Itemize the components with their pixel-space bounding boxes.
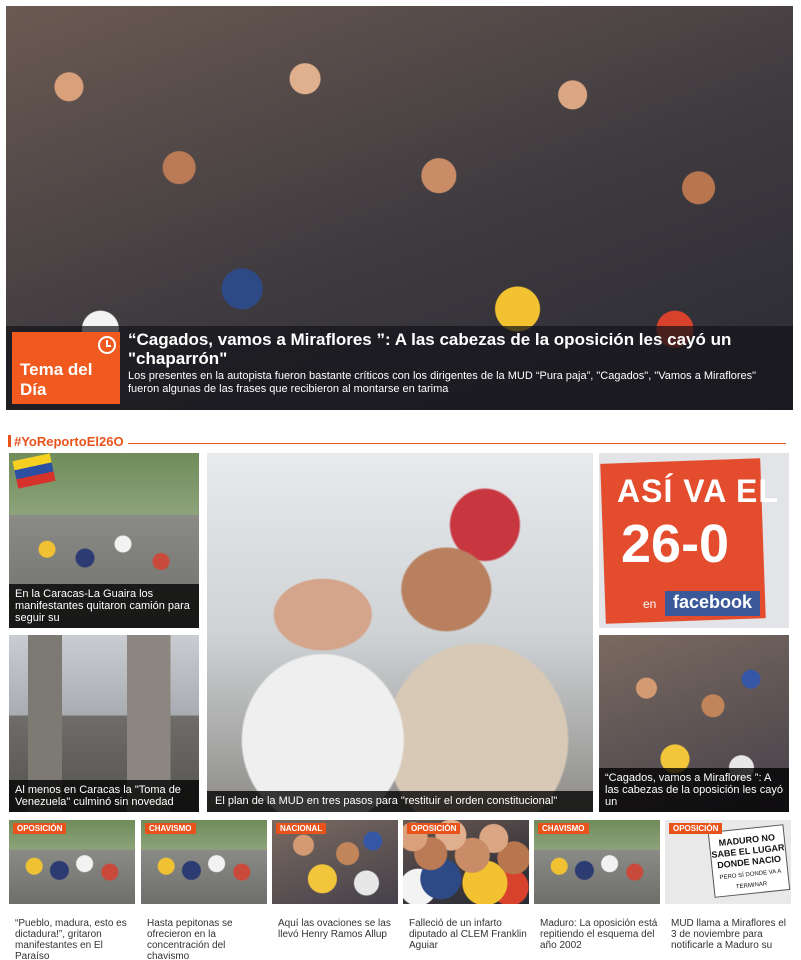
hero-headline[interactable]: “Cagados, vamos a Miraflores ”: A las ca… [128,330,778,368]
bottom-card-3[interactable]: NACIONAL Aquí las ovaciones se las llevó… [272,820,398,946]
bottom-card-title[interactable]: MUD llama a Miraflores el 3 de noviembre… [671,918,789,951]
sign-text: MADURO NO SABE EL LUGAR DONDE NACIO [710,832,785,871]
card-caption: Al menos en Caracas la "Toma de Venezuel… [9,780,199,812]
bottom-card-1[interactable]: OPOSICIÓN “Pueblo, madura, esto es dicta… [9,820,135,960]
bottom-card-title[interactable]: “Pueblo, madura, esto es dictadura!”, gr… [15,918,133,960]
bottom-card-title[interactable]: Hasta pepitonas se ofrecieron en la conc… [147,918,265,960]
category-badge[interactable]: OPOSICIÓN [13,823,67,834]
category-badge[interactable]: OPOSICIÓN [407,823,461,834]
bottom-card-5[interactable]: CHAVISMO Maduro: La oposición está repit… [534,820,660,951]
card-caption: “Cagados, vamos a Miraflores ”: A las ca… [599,768,789,812]
category-badge[interactable]: CHAVISMO [538,823,589,834]
section-title[interactable]: #YoReportoEl26O [8,434,124,449]
news-card-caracas-la-guaira[interactable]: En la Caracas-La Guaira los manifestante… [9,453,199,628]
flag-image [12,453,56,489]
category-badge[interactable]: OPOSICIÓN [669,823,723,834]
tema-del-dia-badge[interactable]: Tema del Día [12,332,120,404]
facebook-ad-banner[interactable]: ASÍ VA EL 26-0 en facebook [599,453,789,628]
category-badge[interactable]: NACIONAL [276,823,327,834]
ad-en: en [643,597,657,611]
bottom-card-title[interactable]: Maduro: La oposición está repitiendo el … [540,918,658,951]
clock-icon [98,336,116,354]
bottom-card-2[interactable]: CHAVISMO Hasta pepitonas se ofrecieron e… [141,820,267,960]
card-caption: El plan de la MUD en tres pasos para "re… [207,791,593,812]
bottom-card-title[interactable]: Aquí las ovaciones se las llevó Henry Ra… [278,918,396,940]
ad-line1: ASÍ VA EL [617,473,779,509]
facebook-logo: facebook [665,591,761,616]
section-divider [128,443,786,444]
news-card-cagados[interactable]: “Cagados, vamos a Miraflores ”: A las ca… [599,635,789,812]
category-badge[interactable]: CHAVISMO [145,823,196,834]
news-card-plan-mud[interactable]: El plan de la MUD en tres pasos para "re… [207,453,593,812]
news-card-toma-de-venezuela[interactable]: Al menos en Caracas la "Toma de Venezuel… [9,635,199,812]
bottom-card-title[interactable]: Falleció de un infarto diputado al CLEM … [409,918,527,951]
protest-sign: MADURO NO SABE EL LUGAR DONDE NACIO PERO… [707,824,791,898]
bottom-card-4[interactable]: OPOSICIÓN Falleció de un infarto diputad… [403,820,529,951]
tema-del-dia-label: Tema del Día [20,360,93,399]
ad-line2: 26-0 [621,514,730,574]
hero-summary: Los presentes en la autopista fueron bas… [128,370,757,395]
card-caption: En la Caracas-La Guaira los manifestante… [9,584,199,628]
bottom-card-6[interactable]: MADURO NO SABE EL LUGAR DONDE NACIO PERO… [665,820,791,951]
